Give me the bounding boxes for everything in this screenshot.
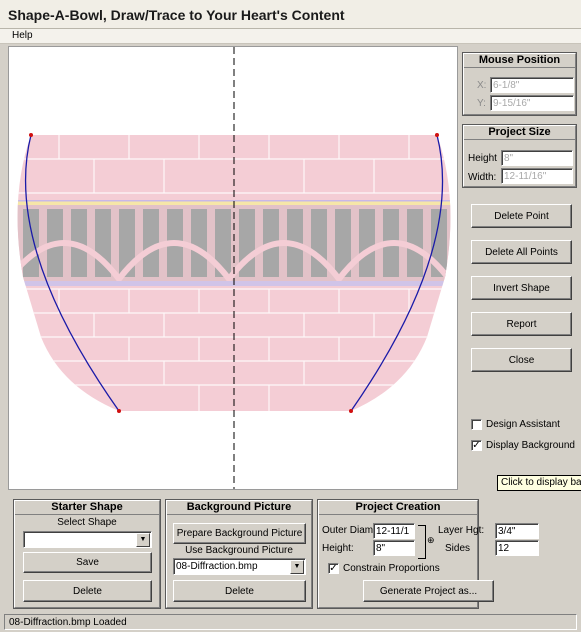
sides-label: Sides — [445, 543, 471, 554]
background-picture-panel: Background Picture Prepare Background Pi… — [165, 499, 313, 609]
control-point[interactable] — [349, 409, 353, 413]
control-point[interactable] — [29, 133, 33, 137]
project-width-field: 12-11/16" — [501, 168, 573, 184]
delete-shape-button[interactable]: Delete — [23, 580, 152, 602]
starter-shape-panel: Starter Shape Select Shape ▼ Save Delete — [13, 499, 161, 609]
creation-height-label: Height: — [322, 543, 354, 554]
project-size-panel: Project Size Height 8" Width: 12-11/16" — [462, 124, 577, 188]
project-width-label: Width: — [468, 172, 497, 183]
outer-diam-label: Outer Diam. — [322, 525, 376, 536]
constrain-proportions-checkbox[interactable]: ✓ — [328, 563, 339, 574]
control-point[interactable] — [117, 409, 121, 413]
design-assistant-checkbox[interactable] — [471, 419, 482, 430]
chevron-down-icon[interactable]: ▼ — [290, 560, 304, 574]
layer-hgt-label: Layer Hgt: — [438, 525, 485, 536]
project-size-title: Project Size — [464, 126, 575, 140]
project-height-label: Height — [468, 153, 497, 164]
mouse-x-field: 6-1/8" — [490, 77, 574, 93]
select-shape-dropdown[interactable]: ▼ — [23, 531, 152, 548]
background-picture-dropdown[interactable]: 08-Diffraction.bmp ▼ — [173, 558, 306, 575]
layer-hgt-field[interactable]: 3/4" — [495, 523, 539, 539]
outer-diam-field[interactable]: 12-11/1 — [373, 523, 415, 539]
tooltip: Click to display bac — [497, 475, 581, 491]
creation-height-field[interactable]: 8" — [373, 540, 415, 556]
invert-shape-button[interactable]: Invert Shape — [471, 276, 572, 300]
mouse-y-field: 9-15/16" — [490, 95, 574, 111]
project-creation-title: Project Creation — [319, 501, 477, 515]
mouse-y-label: Y: — [477, 98, 486, 109]
chevron-down-icon[interactable]: ▼ — [136, 533, 150, 547]
constrain-proportions-label[interactable]: Constrain Proportions — [343, 563, 440, 574]
delete-point-button[interactable]: Delete Point — [471, 204, 572, 228]
generate-project-button[interactable]: Generate Project as... — [363, 580, 494, 602]
mouse-position-title: Mouse Position — [464, 54, 575, 68]
proportion-bracket — [418, 525, 426, 559]
starter-shape-title: Starter Shape — [15, 501, 159, 515]
project-height-field: 8" — [501, 150, 573, 166]
use-background-label: Use Background Picture — [185, 545, 293, 556]
background-picture-title: Background Picture — [167, 501, 311, 515]
mouse-x-label: X: — [477, 80, 487, 91]
link-icon[interactable]: ⊕ — [427, 535, 435, 546]
menu-help[interactable]: Help — [12, 30, 33, 41]
project-creation-panel: Project Creation Outer Diam. 12-11/1 Hei… — [317, 499, 539, 609]
control-point[interactable] — [435, 133, 439, 137]
display-background-checkbox[interactable]: ✓ — [471, 440, 482, 451]
design-assistant-label[interactable]: Design Assistant — [486, 419, 560, 430]
background-picture-value: 08-Diffraction.bmp — [176, 561, 258, 572]
report-button[interactable]: Report — [471, 312, 572, 336]
display-background-label[interactable]: Display Background — [486, 440, 575, 451]
prepare-background-button[interactable]: Prepare Background Picture — [173, 523, 306, 544]
window-title: Shape-A-Bowl, Draw/Trace to Your Heart's… — [0, 0, 581, 29]
save-shape-button[interactable]: Save — [23, 552, 152, 573]
status-bar: 08-Diffraction.bmp Loaded — [4, 614, 577, 630]
delete-background-button[interactable]: Delete — [173, 580, 306, 602]
delete-all-points-button[interactable]: Delete All Points — [471, 240, 572, 264]
mouse-position-panel: Mouse Position X: 6-1/8" Y: 9-15/16" — [462, 52, 577, 116]
close-button[interactable]: Close — [471, 348, 572, 372]
drawing-canvas[interactable] — [8, 46, 458, 490]
sides-field[interactable]: 12 — [495, 540, 539, 556]
select-shape-label: Select Shape — [57, 517, 117, 528]
bowl-drawing — [17, 47, 451, 489]
menu-bar: Help — [0, 29, 581, 44]
